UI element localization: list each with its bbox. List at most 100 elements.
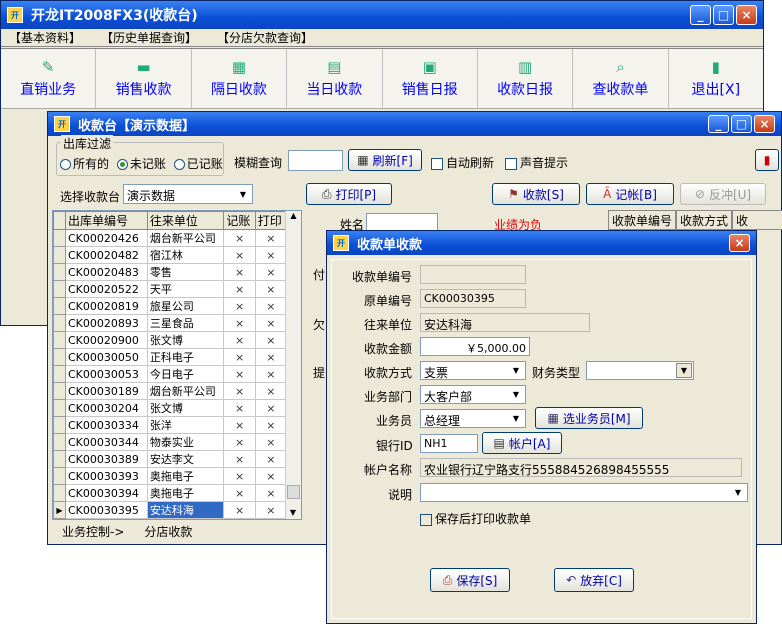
cell-printed[interactable]: × bbox=[254, 433, 288, 451]
menu-history[interactable]: 【历史单据查询】 bbox=[101, 29, 197, 46]
cell-posted[interactable]: × bbox=[223, 433, 256, 451]
status-branch-receipt[interactable]: 分店收款 bbox=[144, 523, 192, 540]
table-row[interactable]: CK00020819 旅星公司 × × bbox=[53, 297, 288, 315]
cancel-button[interactable]: ↶ 放弃[C] bbox=[554, 568, 634, 592]
account-button[interactable]: ▤ 帐户[A] bbox=[482, 432, 562, 454]
cell-printed[interactable]: × bbox=[254, 382, 288, 400]
cell-printed[interactable]: × bbox=[254, 450, 288, 468]
dialog-close-button[interactable]: × bbox=[729, 234, 750, 252]
table-row[interactable]: CK00020522 天平 × × bbox=[53, 280, 288, 298]
auto-refresh-checkbox[interactable]: 自动刷新 bbox=[431, 154, 494, 171]
print-button[interactable]: ⎙ 打印[P] bbox=[306, 183, 392, 205]
cell-printed[interactable]: × bbox=[254, 280, 288, 298]
cell-posted[interactable]: × bbox=[223, 297, 256, 315]
save-button[interactable]: ⎙ 保存[S] bbox=[430, 568, 510, 592]
cell-printed[interactable]: × bbox=[254, 297, 288, 315]
cell-printed[interactable]: × bbox=[254, 229, 288, 247]
tool-sales-receipt[interactable]: ▬ 销售收款 bbox=[96, 49, 192, 108]
post-button[interactable]: Ã 记帐[B] bbox=[586, 183, 674, 205]
maximize-button[interactable]: □ bbox=[713, 5, 734, 25]
tool-next-day-receipt[interactable]: ▦ 隔日收款 bbox=[192, 49, 288, 108]
cell-posted[interactable]: × bbox=[223, 399, 256, 417]
cell-posted[interactable]: × bbox=[223, 450, 256, 468]
table-row[interactable]: CK00030334 张洋 × × bbox=[53, 416, 288, 434]
scroll-up-icon[interactable]: ▲ bbox=[286, 211, 301, 225]
exit-door-button[interactable]: ▮ bbox=[755, 149, 779, 171]
maximize-button[interactable]: □ bbox=[731, 115, 752, 133]
dept-dropdown[interactable]: 大客户部 ▼ bbox=[420, 385, 526, 404]
cell-posted[interactable]: × bbox=[223, 246, 256, 264]
cell-posted[interactable]: × bbox=[223, 348, 256, 366]
cell-printed[interactable]: × bbox=[254, 263, 288, 281]
cell-posted[interactable]: × bbox=[223, 280, 256, 298]
cell-posted[interactable]: × bbox=[223, 365, 256, 383]
radio-posted[interactable]: 已记账 bbox=[173, 157, 223, 171]
menu-branch-debt[interactable]: 【分店欠款查询】 bbox=[217, 29, 313, 46]
table-row[interactable]: CK00020483 零售 × × bbox=[53, 263, 288, 281]
clerk-dropdown[interactable]: 总经理 ▼ bbox=[420, 409, 526, 428]
cell-posted[interactable]: × bbox=[223, 382, 256, 400]
radio-unposted[interactable]: 未记账 bbox=[116, 157, 166, 171]
tool-sales-daily[interactable]: ▣ 销售日报 bbox=[383, 49, 478, 108]
cell-posted[interactable]: × bbox=[223, 484, 256, 502]
table-row[interactable]: CK00020900 张文博 × × bbox=[53, 331, 288, 349]
select-clerk-button[interactable]: ▦ 选业务员[M] bbox=[535, 407, 643, 429]
select-cashier-dropdown[interactable]: 演示数据 ▼ bbox=[123, 184, 253, 204]
cell-posted[interactable]: × bbox=[223, 416, 256, 434]
fin-type-dropdown[interactable]: ▼ bbox=[586, 361, 694, 380]
cell-printed[interactable]: × bbox=[254, 348, 288, 366]
cell-printed[interactable]: × bbox=[254, 365, 288, 383]
col-printed[interactable]: 打印 bbox=[254, 211, 288, 230]
scroll-down-icon[interactable]: ▼ bbox=[286, 508, 300, 517]
table-row[interactable]: CK00030189 烟台新平公司 × × bbox=[53, 382, 288, 400]
col-receipt-method[interactable]: 收款方式 bbox=[676, 210, 733, 230]
table-row[interactable]: CK00030344 物泰实业 × × bbox=[53, 433, 288, 451]
note-dropdown[interactable]: ▼ bbox=[420, 483, 748, 502]
col-unit[interactable]: 往来单位 bbox=[146, 211, 225, 230]
refresh-button[interactable]: ▦ 刷新[F] bbox=[348, 149, 422, 171]
cell-printed[interactable]: × bbox=[254, 314, 288, 332]
status-business-control[interactable]: 业务控制-> bbox=[62, 523, 124, 540]
method-dropdown[interactable]: 支票 ▼ bbox=[420, 361, 526, 380]
cell-posted[interactable]: × bbox=[223, 229, 256, 247]
print-after-save-checkbox[interactable]: 保存后打印收款单 bbox=[420, 510, 531, 527]
table-row[interactable]: CK00030053 今日电子 × × bbox=[53, 365, 288, 383]
minimize-button[interactable]: _ bbox=[708, 115, 729, 133]
col-posted[interactable]: 记账 bbox=[223, 211, 256, 230]
amount-input[interactable]: ￥5,000.00 bbox=[420, 337, 530, 356]
sound-checkbox[interactable]: 声音提示 bbox=[505, 154, 568, 171]
cell-posted[interactable]: × bbox=[223, 263, 256, 281]
table-row[interactable]: ▶ CK00030395 安达科海 × × bbox=[53, 501, 288, 519]
minimize-button[interactable]: _ bbox=[690, 5, 711, 25]
reverse-button[interactable]: ⊘ 反冲[U] bbox=[680, 183, 766, 205]
tool-receipt-daily[interactable]: ▥ 收款日报 bbox=[478, 49, 574, 108]
tool-same-day-receipt[interactable]: ▤ 当日收款 bbox=[287, 49, 383, 108]
cell-printed[interactable]: × bbox=[254, 399, 288, 417]
close-button[interactable]: × bbox=[736, 5, 757, 25]
outbound-scrollbar[interactable]: ▲ ▼ bbox=[285, 211, 301, 519]
table-row[interactable]: CK00020426 烟台新平公司 × × bbox=[53, 229, 288, 247]
table-row[interactable]: CK00030394 奥拖电子 × × bbox=[53, 484, 288, 502]
tool-search-receipt[interactable]: ⌕ 查收款单 bbox=[573, 49, 669, 108]
table-row[interactable]: CK00030393 奥拖电子 × × bbox=[53, 467, 288, 485]
cell-printed[interactable]: × bbox=[254, 416, 288, 434]
table-row[interactable]: CK00020482 宿江林 × × bbox=[53, 246, 288, 264]
cell-posted[interactable]: × bbox=[223, 331, 256, 349]
cell-printed[interactable]: × bbox=[254, 467, 288, 485]
menu-basic[interactable]: 【基本资料】 bbox=[9, 29, 81, 46]
table-row[interactable]: CK00030389 安达李文 × × bbox=[53, 450, 288, 468]
cell-posted[interactable]: × bbox=[223, 314, 256, 332]
cell-printed[interactable]: × bbox=[254, 246, 288, 264]
table-row[interactable]: CK00030050 正科电子 × × bbox=[53, 348, 288, 366]
tool-exit[interactable]: ▮ 退出[X] bbox=[669, 49, 763, 108]
fuzzy-search-input[interactable] bbox=[288, 150, 343, 171]
bank-id-input[interactable]: NH1 bbox=[420, 434, 478, 453]
scroll-thumb[interactable] bbox=[287, 485, 300, 499]
col-receipt-no[interactable]: 收款单编号 bbox=[608, 210, 677, 230]
cell-posted[interactable]: × bbox=[223, 467, 256, 485]
radio-all[interactable]: 所有的 bbox=[60, 157, 109, 171]
cell-printed[interactable]: × bbox=[254, 484, 288, 502]
col-outbound-no[interactable]: 出库单编号 bbox=[65, 211, 148, 230]
receive-button[interactable]: ⚑ 收款[S] bbox=[492, 183, 580, 205]
table-row[interactable]: CK00020893 三星食品 × × bbox=[53, 314, 288, 332]
